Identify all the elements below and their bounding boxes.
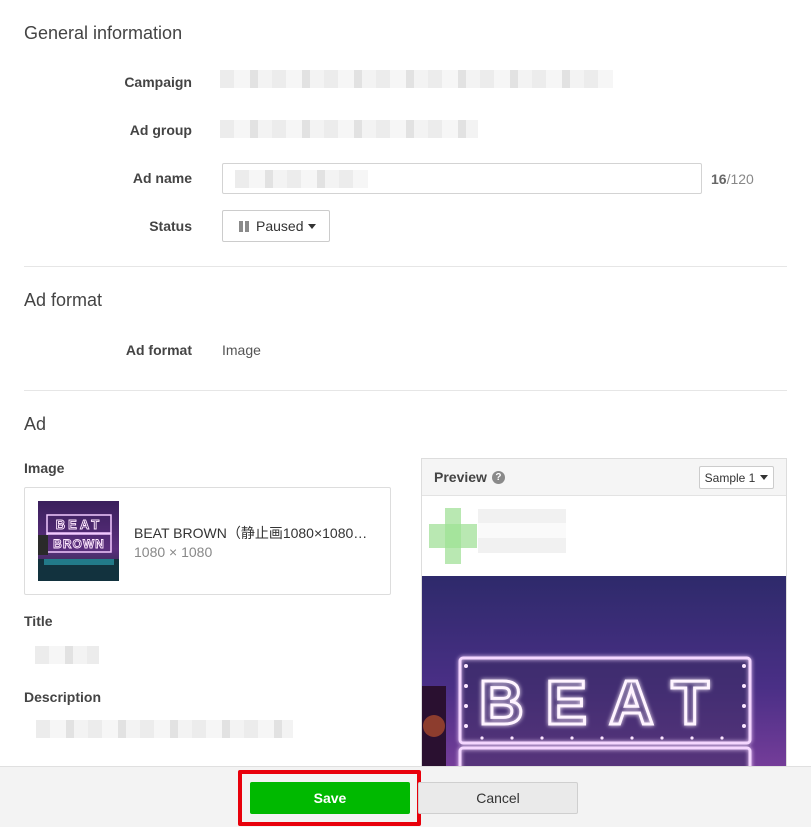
ad-group-value-redacted [220, 120, 478, 138]
image-file-name: BEAT BROWN（静止画1080×1080）.jpg [134, 525, 379, 541]
title-value-redacted [35, 646, 99, 664]
preview-title: Preview ? [434, 469, 505, 485]
preview-ad-image: BEAT [422, 576, 786, 777]
campaign-label: Campaign [124, 74, 192, 90]
ad-format-heading: Ad format [24, 290, 103, 310]
pause-icon [239, 220, 249, 232]
ad-name-char-count-max: /120 [726, 171, 754, 187]
sample-value: Sample 1 [704, 470, 756, 485]
ad-group-label: Ad group [129, 122, 192, 138]
divider [24, 390, 787, 391]
sample-dropdown[interactable]: Sample 1 [699, 466, 774, 489]
campaign-value-redacted [220, 70, 613, 88]
preview-account-name-redacted [478, 509, 566, 553]
image-dimensions: 1080 × 1080 [134, 544, 213, 560]
help-icon[interactable]: ? [491, 470, 505, 484]
image-label: Image [24, 460, 65, 476]
ad-format-label: Ad format [125, 342, 192, 358]
title-label: Title [24, 613, 53, 629]
ad-name-char-count-current: 16 [711, 171, 727, 187]
ad-name-input[interactable] [222, 163, 702, 194]
thumb-text-line1: BEAT [56, 517, 102, 532]
description-value-redacted [36, 720, 293, 738]
save-button[interactable]: Save [250, 782, 410, 814]
ad-heading: Ad [24, 414, 47, 434]
caret-down-icon [308, 223, 317, 229]
general-information-heading: General information [24, 23, 183, 43]
ad-name-label: Ad name [132, 170, 192, 186]
preview-sign-text: BEAT [479, 669, 731, 738]
preview-avatar [429, 508, 477, 564]
image-thumbnail: BEAT BROWN [38, 501, 119, 581]
preview-panel: Preview ? Sample 1 BEAT [421, 458, 787, 778]
ad-name-char-count: 16/120 [711, 171, 754, 187]
status-dropdown[interactable]: Paused [222, 210, 330, 242]
ad-format-value: Image [222, 342, 261, 358]
status-value: Paused [256, 218, 304, 234]
preview-header: Preview ? Sample 1 [422, 459, 786, 496]
description-label: Description [24, 689, 102, 705]
ad-name-value-redacted [235, 170, 368, 188]
cancel-button[interactable]: Cancel [418, 782, 578, 814]
status-label: Status [149, 218, 192, 234]
caret-down-icon [760, 475, 769, 480]
preview-title-text: Preview [434, 469, 487, 485]
thumb-text-line2: BROWN [53, 537, 105, 551]
image-card[interactable]: BEAT BROWN BEAT BROWN（静止画1080×1080）.jpg … [24, 487, 391, 595]
divider [24, 266, 787, 267]
